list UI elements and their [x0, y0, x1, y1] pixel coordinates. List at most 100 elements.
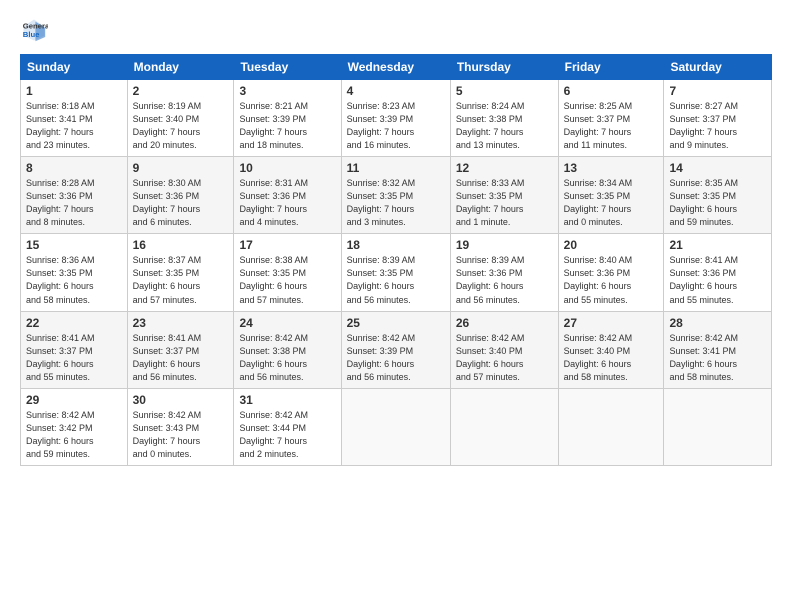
day-number: 29 — [26, 393, 122, 407]
calendar-cell: 26 Sunrise: 8:42 AMSunset: 3:40 PMDaylig… — [450, 311, 558, 388]
day-number: 10 — [239, 161, 335, 175]
calendar-week-4: 22 Sunrise: 8:41 AMSunset: 3:37 PMDaylig… — [21, 311, 772, 388]
header-tuesday: Tuesday — [234, 55, 341, 80]
calendar-cell: 6 Sunrise: 8:25 AMSunset: 3:37 PMDayligh… — [558, 80, 664, 157]
day-number: 24 — [239, 316, 335, 330]
calendar-week-1: 1 Sunrise: 8:18 AMSunset: 3:41 PMDayligh… — [21, 80, 772, 157]
logo: General Blue — [20, 16, 52, 44]
day-number: 31 — [239, 393, 335, 407]
day-number: 13 — [564, 161, 659, 175]
day-info: Sunrise: 8:37 AMSunset: 3:35 PMDaylight:… — [133, 254, 229, 306]
calendar-cell: 21 Sunrise: 8:41 AMSunset: 3:36 PMDaylig… — [664, 234, 772, 311]
day-number: 15 — [26, 238, 122, 252]
day-info: Sunrise: 8:33 AMSunset: 3:35 PMDaylight:… — [456, 177, 553, 229]
calendar-cell — [341, 388, 450, 465]
day-number: 12 — [456, 161, 553, 175]
calendar-cell: 22 Sunrise: 8:41 AMSunset: 3:37 PMDaylig… — [21, 311, 128, 388]
calendar-cell: 15 Sunrise: 8:36 AMSunset: 3:35 PMDaylig… — [21, 234, 128, 311]
day-info: Sunrise: 8:42 AMSunset: 3:39 PMDaylight:… — [347, 332, 445, 384]
day-info: Sunrise: 8:34 AMSunset: 3:35 PMDaylight:… — [564, 177, 659, 229]
day-info: Sunrise: 8:27 AMSunset: 3:37 PMDaylight:… — [669, 100, 766, 152]
day-info: Sunrise: 8:31 AMSunset: 3:36 PMDaylight:… — [239, 177, 335, 229]
calendar-cell: 13 Sunrise: 8:34 AMSunset: 3:35 PMDaylig… — [558, 157, 664, 234]
day-number: 22 — [26, 316, 122, 330]
day-info: Sunrise: 8:32 AMSunset: 3:35 PMDaylight:… — [347, 177, 445, 229]
day-info: Sunrise: 8:40 AMSunset: 3:36 PMDaylight:… — [564, 254, 659, 306]
day-number: 19 — [456, 238, 553, 252]
day-info: Sunrise: 8:18 AMSunset: 3:41 PMDaylight:… — [26, 100, 122, 152]
calendar-cell: 14 Sunrise: 8:35 AMSunset: 3:35 PMDaylig… — [664, 157, 772, 234]
day-number: 20 — [564, 238, 659, 252]
day-info: Sunrise: 8:39 AMSunset: 3:36 PMDaylight:… — [456, 254, 553, 306]
calendar-cell: 12 Sunrise: 8:33 AMSunset: 3:35 PMDaylig… — [450, 157, 558, 234]
calendar-cell: 30 Sunrise: 8:42 AMSunset: 3:43 PMDaylig… — [127, 388, 234, 465]
calendar-cell — [450, 388, 558, 465]
calendar-cell: 31 Sunrise: 8:42 AMSunset: 3:44 PMDaylig… — [234, 388, 341, 465]
logo-icon: General Blue — [20, 16, 48, 44]
day-number: 16 — [133, 238, 229, 252]
day-info: Sunrise: 8:41 AMSunset: 3:37 PMDaylight:… — [26, 332, 122, 384]
day-number: 30 — [133, 393, 229, 407]
header-monday: Monday — [127, 55, 234, 80]
calendar-cell: 5 Sunrise: 8:24 AMSunset: 3:38 PMDayligh… — [450, 80, 558, 157]
day-number: 17 — [239, 238, 335, 252]
calendar-table: SundayMondayTuesdayWednesdayThursdayFrid… — [20, 54, 772, 466]
day-number: 27 — [564, 316, 659, 330]
day-number: 18 — [347, 238, 445, 252]
day-number: 4 — [347, 84, 445, 98]
calendar-cell — [664, 388, 772, 465]
calendar-cell: 11 Sunrise: 8:32 AMSunset: 3:35 PMDaylig… — [341, 157, 450, 234]
day-info: Sunrise: 8:35 AMSunset: 3:35 PMDaylight:… — [669, 177, 766, 229]
day-number: 7 — [669, 84, 766, 98]
day-info: Sunrise: 8:23 AMSunset: 3:39 PMDaylight:… — [347, 100, 445, 152]
calendar-header-row: SundayMondayTuesdayWednesdayThursdayFrid… — [21, 55, 772, 80]
calendar-cell: 25 Sunrise: 8:42 AMSunset: 3:39 PMDaylig… — [341, 311, 450, 388]
calendar-week-5: 29 Sunrise: 8:42 AMSunset: 3:42 PMDaylig… — [21, 388, 772, 465]
day-number: 9 — [133, 161, 229, 175]
calendar-cell: 9 Sunrise: 8:30 AMSunset: 3:36 PMDayligh… — [127, 157, 234, 234]
day-info: Sunrise: 8:24 AMSunset: 3:38 PMDaylight:… — [456, 100, 553, 152]
day-info: Sunrise: 8:30 AMSunset: 3:36 PMDaylight:… — [133, 177, 229, 229]
day-number: 6 — [564, 84, 659, 98]
day-number: 11 — [347, 161, 445, 175]
calendar-week-3: 15 Sunrise: 8:36 AMSunset: 3:35 PMDaylig… — [21, 234, 772, 311]
calendar-cell: 18 Sunrise: 8:39 AMSunset: 3:35 PMDaylig… — [341, 234, 450, 311]
calendar-cell: 29 Sunrise: 8:42 AMSunset: 3:42 PMDaylig… — [21, 388, 128, 465]
calendar-cell — [558, 388, 664, 465]
calendar-cell: 16 Sunrise: 8:37 AMSunset: 3:35 PMDaylig… — [127, 234, 234, 311]
day-number: 23 — [133, 316, 229, 330]
calendar-week-2: 8 Sunrise: 8:28 AMSunset: 3:36 PMDayligh… — [21, 157, 772, 234]
header-thursday: Thursday — [450, 55, 558, 80]
day-info: Sunrise: 8:42 AMSunset: 3:42 PMDaylight:… — [26, 409, 122, 461]
day-info: Sunrise: 8:25 AMSunset: 3:37 PMDaylight:… — [564, 100, 659, 152]
calendar-cell: 1 Sunrise: 8:18 AMSunset: 3:41 PMDayligh… — [21, 80, 128, 157]
day-info: Sunrise: 8:38 AMSunset: 3:35 PMDaylight:… — [239, 254, 335, 306]
header-friday: Friday — [558, 55, 664, 80]
day-number: 5 — [456, 84, 553, 98]
day-number: 28 — [669, 316, 766, 330]
calendar-cell: 2 Sunrise: 8:19 AMSunset: 3:40 PMDayligh… — [127, 80, 234, 157]
page: General Blue SundayMondayTuesdayWednesda… — [0, 0, 792, 612]
day-info: Sunrise: 8:42 AMSunset: 3:43 PMDaylight:… — [133, 409, 229, 461]
header-sunday: Sunday — [21, 55, 128, 80]
calendar-cell: 28 Sunrise: 8:42 AMSunset: 3:41 PMDaylig… — [664, 311, 772, 388]
day-number: 1 — [26, 84, 122, 98]
header-wednesday: Wednesday — [341, 55, 450, 80]
day-info: Sunrise: 8:21 AMSunset: 3:39 PMDaylight:… — [239, 100, 335, 152]
calendar-cell: 7 Sunrise: 8:27 AMSunset: 3:37 PMDayligh… — [664, 80, 772, 157]
calendar-cell: 17 Sunrise: 8:38 AMSunset: 3:35 PMDaylig… — [234, 234, 341, 311]
calendar-cell: 3 Sunrise: 8:21 AMSunset: 3:39 PMDayligh… — [234, 80, 341, 157]
day-info: Sunrise: 8:42 AMSunset: 3:44 PMDaylight:… — [239, 409, 335, 461]
day-number: 3 — [239, 84, 335, 98]
day-info: Sunrise: 8:42 AMSunset: 3:38 PMDaylight:… — [239, 332, 335, 384]
day-number: 26 — [456, 316, 553, 330]
calendar-cell: 27 Sunrise: 8:42 AMSunset: 3:40 PMDaylig… — [558, 311, 664, 388]
day-number: 2 — [133, 84, 229, 98]
header: General Blue — [20, 16, 772, 44]
day-number: 21 — [669, 238, 766, 252]
svg-text:Blue: Blue — [23, 30, 40, 39]
day-number: 8 — [26, 161, 122, 175]
day-info: Sunrise: 8:42 AMSunset: 3:40 PMDaylight:… — [456, 332, 553, 384]
calendar-cell: 19 Sunrise: 8:39 AMSunset: 3:36 PMDaylig… — [450, 234, 558, 311]
calendar-cell: 10 Sunrise: 8:31 AMSunset: 3:36 PMDaylig… — [234, 157, 341, 234]
